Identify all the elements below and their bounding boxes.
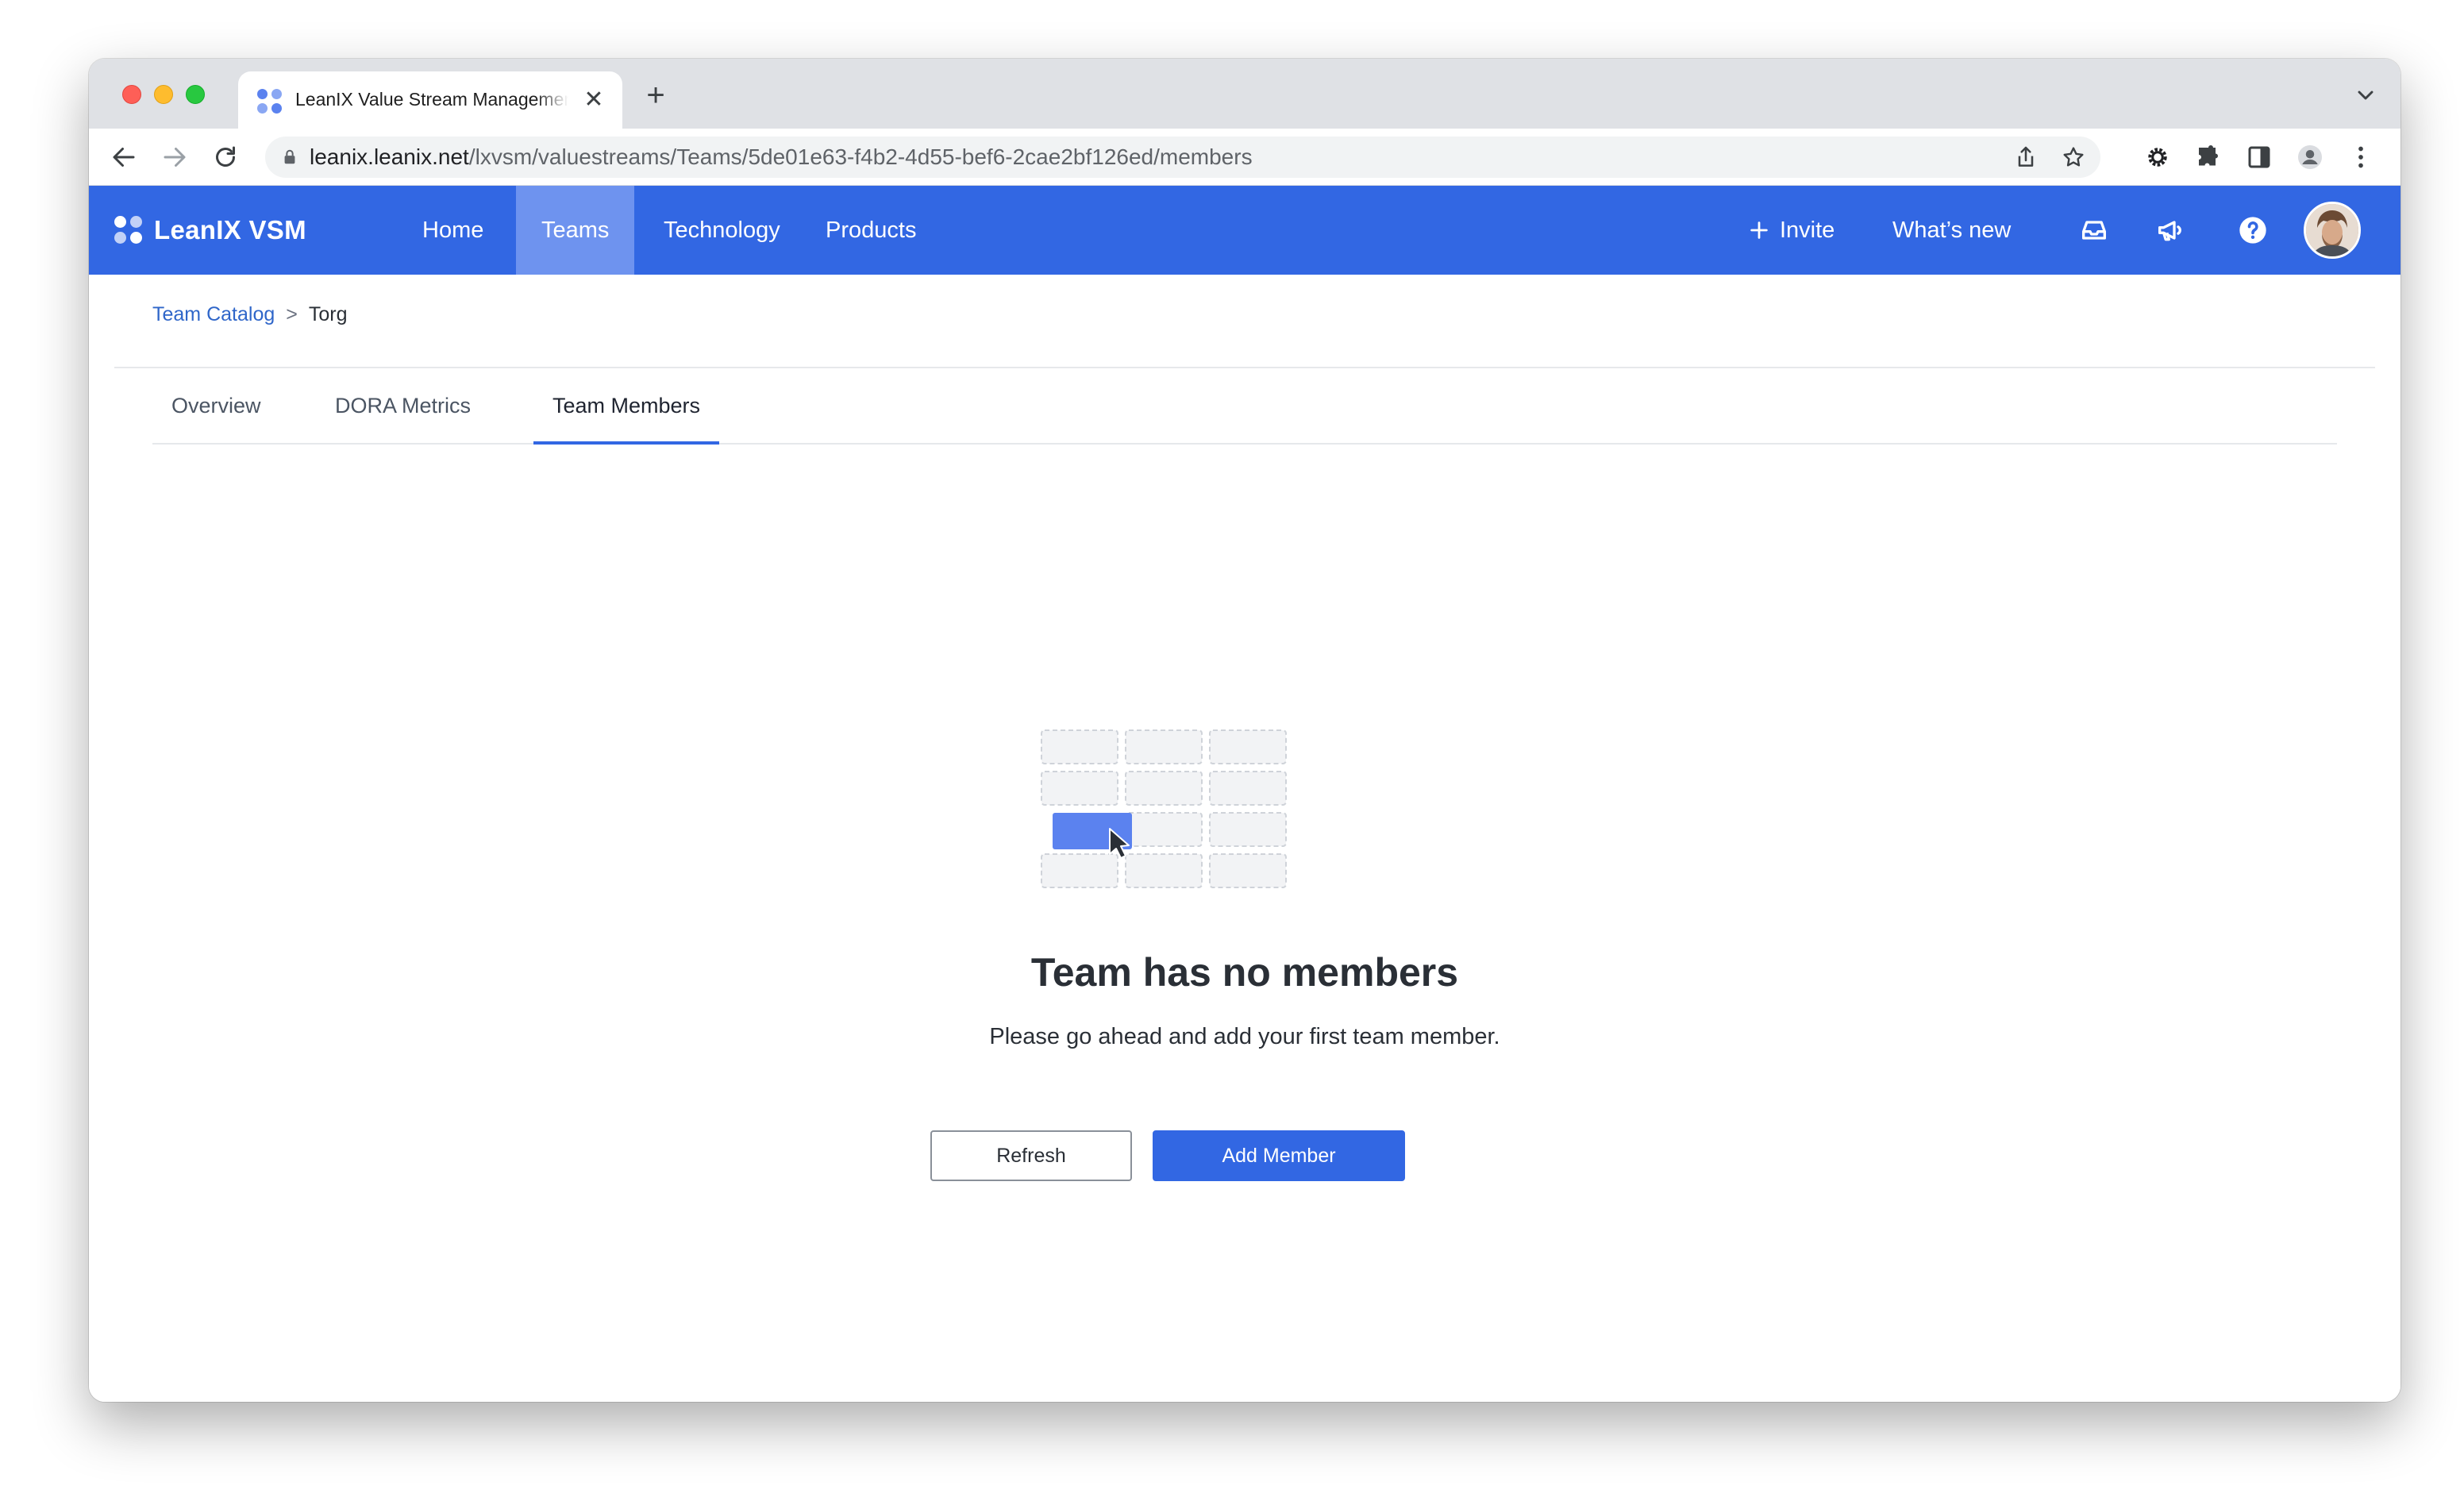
- invite-label: Invite: [1780, 217, 1835, 243]
- browser-tab-strip: LeanIX Value Stream Management ✕ +: [89, 59, 2400, 129]
- leanix-logo-icon: [114, 216, 143, 244]
- leanix-vsm-logo[interactable]: LeanIX VSM: [114, 215, 306, 244]
- share-icon[interactable]: [2013, 144, 2039, 170]
- help-question-icon[interactable]: [2237, 214, 2269, 246]
- breadcrumb-team-catalog-link[interactable]: Team Catalog: [152, 303, 275, 325]
- reload-icon[interactable]: [211, 143, 240, 171]
- inbox-tray-icon[interactable]: [2078, 214, 2110, 246]
- address-bar[interactable]: leanix.leanix.net/lxvsm/valuestreams/Tea…: [265, 137, 2100, 178]
- nav-teams[interactable]: Teams: [516, 186, 635, 275]
- extensions-puzzle-icon[interactable]: [2194, 143, 2223, 171]
- tab-close-icon[interactable]: ✕: [581, 87, 606, 113]
- zoom-window-button[interactable]: [186, 85, 205, 104]
- browser-toolbar: leanix.leanix.net/lxvsm/valuestreams/Tea…: [89, 129, 2400, 186]
- more-vertical-icon[interactable]: [2347, 143, 2375, 171]
- lock-icon: [284, 149, 295, 164]
- leanix-favicon-icon: [257, 89, 283, 114]
- empty-table-illustration: [1041, 729, 1287, 888]
- profile-icon[interactable]: [2296, 143, 2324, 171]
- user-avatar[interactable]: [2304, 202, 2361, 259]
- app-header: LeanIX VSM Home Teams Technology Product…: [89, 186, 2400, 275]
- refresh-button[interactable]: Refresh: [930, 1130, 1132, 1181]
- new-tab-button[interactable]: +: [638, 79, 673, 114]
- url-domain: leanix.leanix.net: [310, 144, 469, 169]
- nav-technology[interactable]: Technology: [638, 186, 806, 275]
- back-arrow-icon[interactable]: [110, 143, 138, 171]
- browser-tab[interactable]: LeanIX Value Stream Management ✕: [238, 71, 622, 129]
- whats-new-link[interactable]: What’s new: [1892, 186, 2011, 275]
- empty-state-subtitle: Please go ahead and add your first team …: [989, 1024, 1500, 1049]
- megaphone-icon[interactable]: [2154, 214, 2186, 246]
- breadcrumb: Team Catalog > Torg: [152, 302, 348, 327]
- tab-team-members[interactable]: Team Members: [533, 368, 720, 445]
- breadcrumb-current-team: Torg: [308, 303, 348, 325]
- tab-search-chevron-down-icon[interactable]: [2353, 83, 2378, 108]
- browser-window: LeanIX Value Stream Management ✕ + leani…: [89, 59, 2400, 1402]
- plus-icon: [1750, 221, 1768, 239]
- logo-text: LeanIX VSM: [154, 215, 306, 244]
- close-window-button[interactable]: [122, 85, 141, 104]
- team-tabs: Overview DORA Metrics Team Members: [152, 368, 2337, 445]
- url-path: /lxvsm/valuestreams/Teams/5de01e63-f4b2-…: [468, 144, 1253, 169]
- nav-home[interactable]: Home: [397, 186, 509, 275]
- side-panel-icon[interactable]: [2245, 143, 2273, 171]
- minimize-window-button[interactable]: [154, 85, 173, 104]
- empty-state-title: Team has no members: [1030, 950, 1459, 995]
- url-text: leanix.leanix.net/lxvsm/valuestreams/Tea…: [310, 145, 1253, 169]
- tab-dora-metrics[interactable]: DORA Metrics: [316, 368, 490, 445]
- main-content: Team Catalog > Torg Overview DORA Metrics …: [89, 275, 2400, 1402]
- add-member-button[interactable]: Add Member: [1153, 1130, 1405, 1181]
- nav-products[interactable]: Products: [800, 186, 941, 275]
- bookmark-star-icon[interactable]: [2061, 144, 2086, 170]
- breadcrumb-separator: >: [286, 303, 298, 325]
- extension-gear-icon[interactable]: [2143, 143, 2172, 171]
- forward-arrow-icon[interactable]: [160, 143, 189, 171]
- browser-tab-title: LeanIX Value Stream Management: [295, 89, 568, 110]
- user-photo-icon: [2306, 204, 2358, 256]
- tab-overview[interactable]: Overview: [152, 368, 280, 445]
